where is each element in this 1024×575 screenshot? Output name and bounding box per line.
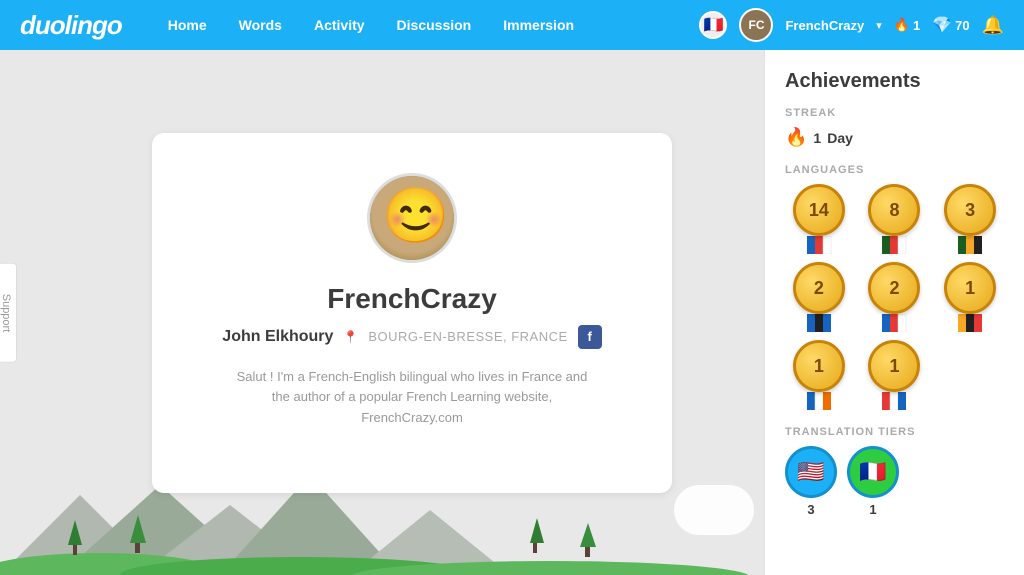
gem-number: 70 [955, 18, 969, 33]
medal-item: 1 [785, 340, 853, 410]
flag-icon: 🇫🇷 [699, 11, 727, 39]
medal-coin: 14 [793, 184, 845, 236]
nav-home[interactable]: Home [152, 0, 223, 50]
main-content: Support FrenchCrazy John Elkhoury 📍 BOUR… [0, 50, 1024, 575]
tier-icon: 🇫🇷 [847, 446, 899, 498]
medal-ribbon [876, 392, 912, 410]
tier-value: 3 [807, 502, 814, 517]
avatar-image [370, 173, 454, 263]
nav-activity[interactable]: Activity [298, 0, 381, 50]
medal-item: 14 [785, 184, 853, 254]
nav-immersion[interactable]: Immersion [487, 0, 590, 50]
user-avatar[interactable]: FC [739, 8, 773, 42]
flame-icon: 🔥 [894, 17, 910, 33]
profile-username: FrenchCrazy [327, 283, 497, 315]
medal-coin: 1 [944, 262, 996, 314]
tier-item: 🇫🇷 1 [847, 446, 899, 517]
username-display[interactable]: FrenchCrazy [785, 18, 864, 33]
profile-avatar [367, 173, 457, 263]
support-tab[interactable]: Support [0, 262, 17, 363]
profile-name-row: John Elkhoury 📍 BOURG-EN-BRESSE, FRANCE … [222, 325, 601, 349]
streak-unit: Day [827, 130, 853, 146]
streak-flame-icon: 🔥 [785, 127, 807, 148]
achievements-title: Achievements [785, 70, 1004, 93]
streak-label: STREAK [785, 107, 1004, 119]
dropdown-chevron-icon[interactable]: ▾ [876, 19, 882, 32]
navbar: duolingo Home Words Activity Discussion … [0, 0, 1024, 50]
streak-row: 🔥 1 Day [785, 127, 1004, 148]
profile-bio: Salut ! I'm a French-English bilingual w… [232, 367, 592, 429]
profile-location: BOURG-EN-BRESSE, FRANCE [368, 329, 567, 344]
medal-ribbon [876, 236, 912, 254]
language-flag[interactable]: 🇫🇷 [699, 11, 727, 39]
profile-section: Support FrenchCrazy John Elkhoury 📍 BOUR… [0, 50, 764, 575]
gem-icon: 💎 [932, 15, 952, 35]
medal-item: 1 [861, 340, 929, 410]
medal-ribbon [801, 314, 837, 332]
medals-grid: 14 8 3 [785, 184, 1004, 410]
medal-item: 1 [936, 262, 1004, 332]
medal-coin: 2 [793, 262, 845, 314]
medal-item: 2 [861, 262, 929, 332]
duolingo-logo: duolingo [20, 10, 122, 41]
location-pin-icon: 📍 [343, 330, 358, 344]
streak-value: 1 [813, 130, 821, 146]
medal-item: 8 [861, 184, 929, 254]
medal-ribbon [801, 392, 837, 410]
medal-ribbon [952, 314, 988, 332]
medal-item: 3 [936, 184, 1004, 254]
nav-words[interactable]: Words [223, 0, 298, 50]
medal-ribbon [801, 236, 837, 254]
tier-item: 🇺🇸 3 [785, 446, 837, 517]
facebook-icon[interactable]: f [578, 325, 602, 349]
medal-coin: 1 [868, 340, 920, 392]
translation-tiers-label: TRANSLATION TIERS [785, 426, 1004, 438]
medal-coin: 2 [868, 262, 920, 314]
tier-icon: 🇺🇸 [785, 446, 837, 498]
tier-value: 1 [869, 502, 876, 517]
medal-ribbon [876, 314, 912, 332]
achievements-panel: Achievements STREAK 🔥 1 Day LANGUAGES 14… [764, 50, 1024, 575]
nav-user-area: 🇫🇷 FC FrenchCrazy ▾ 🔥 1 💎 70 🔔 [699, 8, 1004, 42]
streak-number: 1 [913, 18, 920, 33]
languages-label: LANGUAGES [785, 164, 1004, 176]
streak-counter: 🔥 1 [894, 17, 920, 33]
medal-ribbon [952, 236, 988, 254]
medal-coin: 1 [793, 340, 845, 392]
medal-coin: 3 [944, 184, 996, 236]
translation-tiers-grid: 🇺🇸 3 🇫🇷 1 [785, 446, 1004, 517]
profile-realname: John Elkhoury [222, 328, 333, 346]
nav-discussion[interactable]: Discussion [381, 0, 488, 50]
medal-item: 2 [785, 262, 853, 332]
notification-bell-icon[interactable]: 🔔 [982, 15, 1004, 36]
gem-counter: 💎 70 [932, 15, 969, 35]
profile-card: FrenchCrazy John Elkhoury 📍 BOURG-EN-BRE… [152, 133, 672, 493]
medal-coin: 8 [868, 184, 920, 236]
